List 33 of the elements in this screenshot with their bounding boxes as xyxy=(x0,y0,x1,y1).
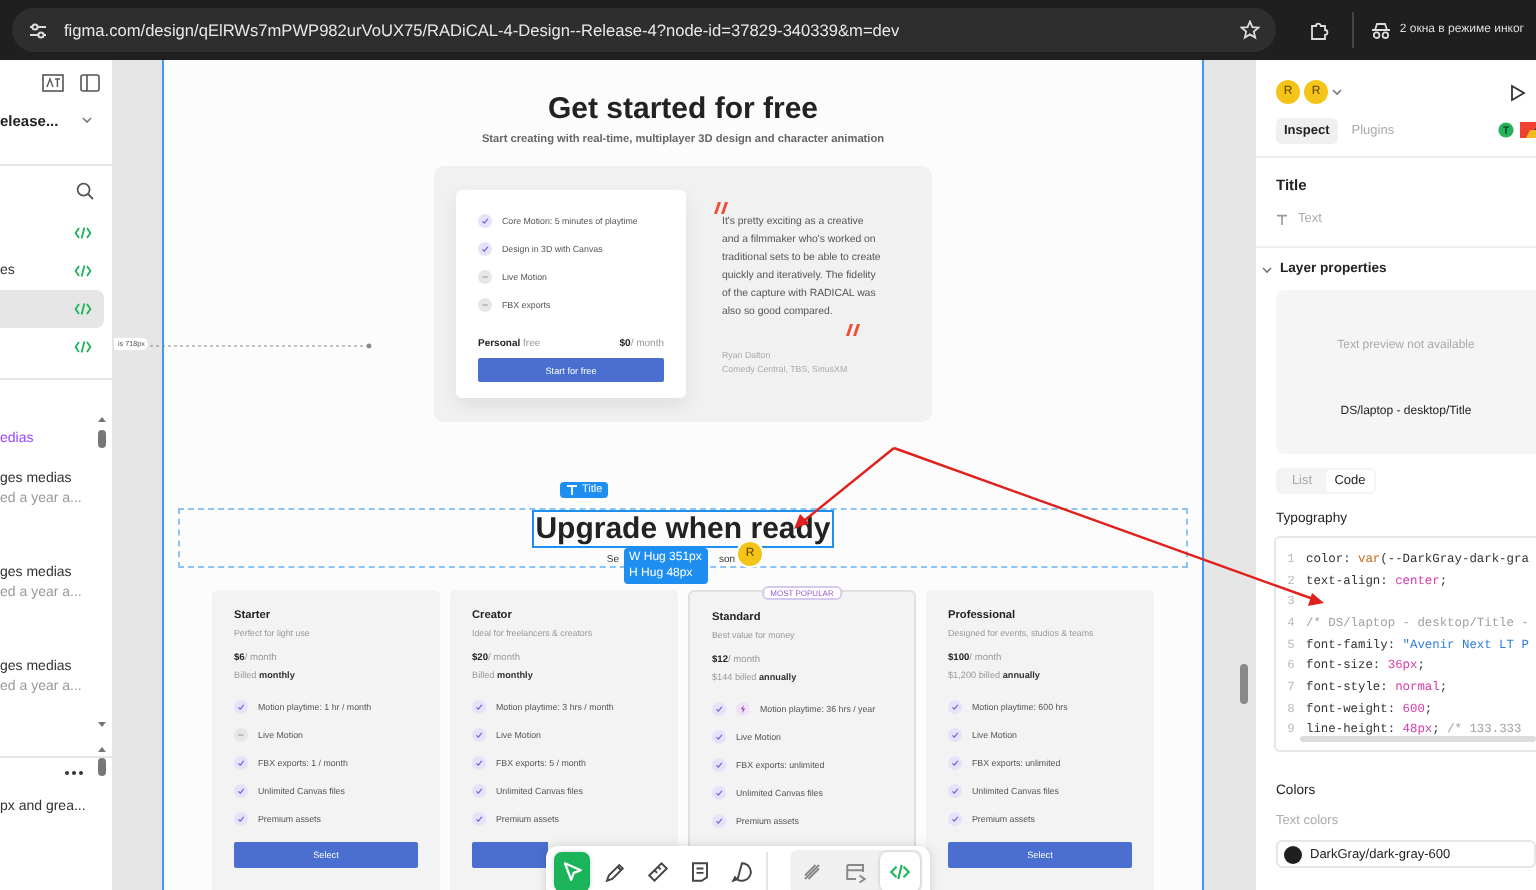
more-icon[interactable] xyxy=(64,769,84,775)
plugin-icon[interactable] xyxy=(1498,122,1514,138)
caret-icon[interactable] xyxy=(1262,265,1272,273)
pricing-title[interactable]: Upgrade when ready xyxy=(531,510,835,548)
code-icon[interactable] xyxy=(74,340,92,354)
text-style-icon[interactable] xyxy=(42,73,64,91)
scrollbar[interactable] xyxy=(1240,664,1248,704)
comment-icon xyxy=(727,858,756,886)
quote-icon xyxy=(714,202,730,214)
code-icon[interactable] xyxy=(74,264,92,278)
caret-icon[interactable] xyxy=(1332,88,1342,96)
incognito-icon[interactable] xyxy=(1369,21,1392,39)
cursor-icon xyxy=(558,858,587,886)
search-icon[interactable] xyxy=(76,181,94,199)
code-icon[interactable] xyxy=(74,226,92,240)
play-icon[interactable] xyxy=(1510,83,1526,101)
url-text: figma.com/design/qElRWs7mPWP982urVoUX75/RADiCAL-4-Design--Release-4?node-id=37829-340339&m=dev xyxy=(64,20,902,40)
sidebar-icon[interactable] xyxy=(80,73,100,91)
scrollbar[interactable] xyxy=(96,744,108,780)
ruler-icon xyxy=(643,858,672,886)
site-settings-icon[interactable] xyxy=(28,21,48,39)
code-tool-button[interactable] xyxy=(880,852,920,890)
text-icon xyxy=(1276,213,1288,225)
component-icon xyxy=(842,858,870,886)
section-heading: Get started for free xyxy=(547,92,819,126)
quote-icon xyxy=(846,324,862,336)
text-icon xyxy=(566,484,578,496)
caret-icon[interactable] xyxy=(82,116,92,124)
puzzle-icon[interactable] xyxy=(1308,19,1330,41)
star-icon[interactable] xyxy=(1240,20,1260,40)
pen-icon xyxy=(600,858,629,886)
scrollbar[interactable] xyxy=(96,414,108,730)
address-bar[interactable]: figma.com/design/qElRWs7mPWP982urVoUX75/RADiCAL-4-Design--Release-4?node-id=37829-340339&m=dev xyxy=(12,8,1276,52)
